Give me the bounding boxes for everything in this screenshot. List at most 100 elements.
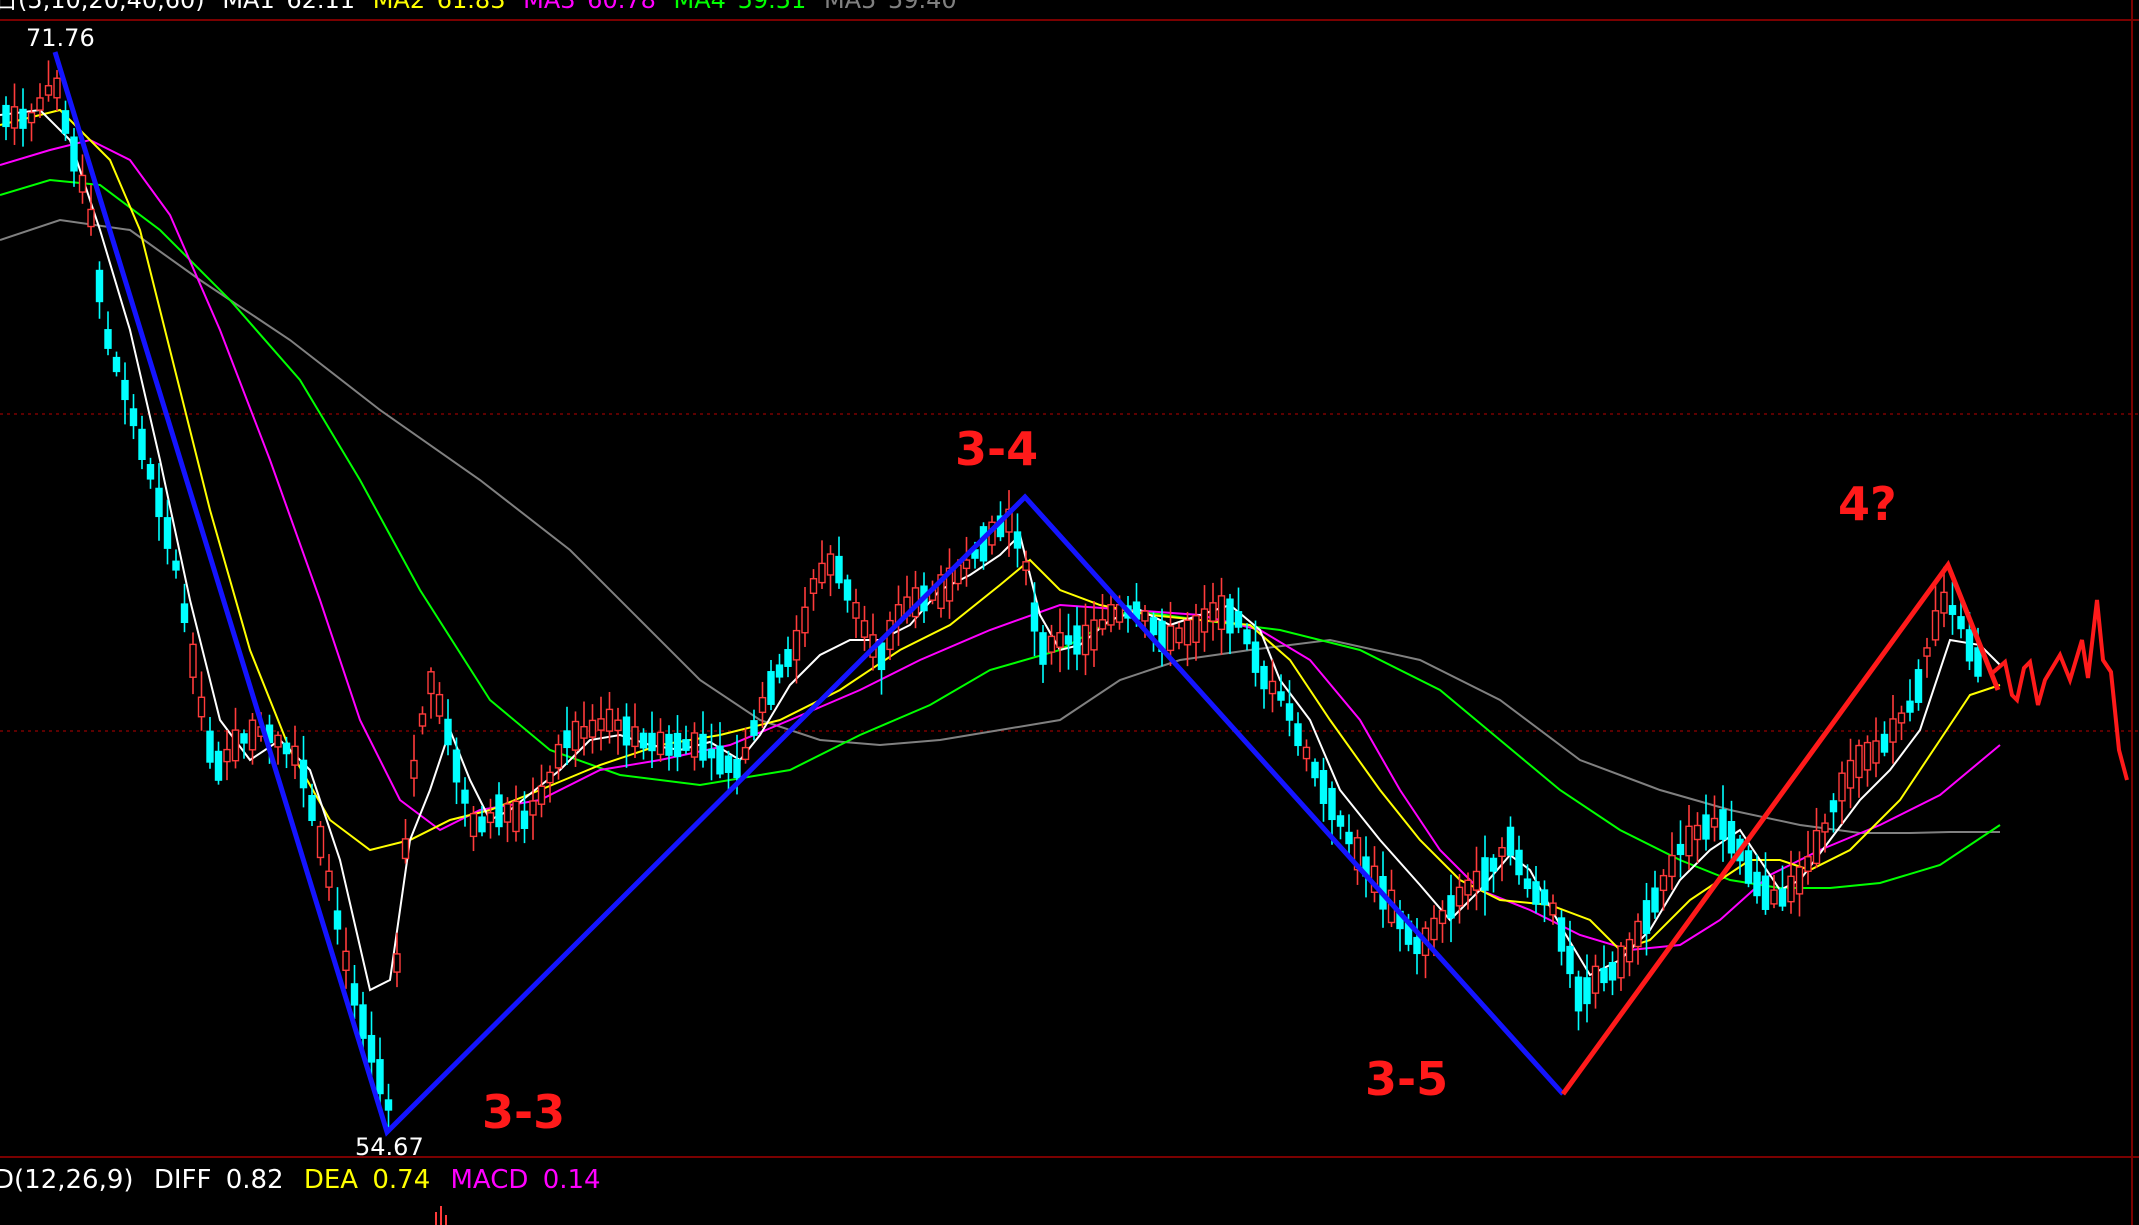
candle-up	[189, 632, 197, 695]
candle-up	[1056, 608, 1064, 673]
candle-body	[316, 825, 325, 859]
candle-up	[1617, 942, 1625, 991]
candle-body	[1608, 961, 1617, 981]
candle-down	[1481, 835, 1489, 916]
candle-down	[121, 362, 129, 425]
candle-down	[70, 128, 78, 187]
candle-body	[792, 629, 801, 661]
candle-down	[707, 723, 716, 781]
candle-body	[571, 720, 580, 751]
candle-body	[95, 269, 104, 303]
candle-body	[1846, 759, 1855, 789]
candle-body	[189, 643, 197, 678]
candle-body	[410, 759, 418, 779]
candle-body	[486, 812, 495, 824]
candle-body	[818, 562, 826, 584]
candle-down	[1073, 606, 1081, 671]
candle-body	[478, 816, 486, 833]
candle-down	[673, 715, 682, 772]
wave-line-blue	[52, 51, 1565, 1137]
candle-up	[826, 545, 835, 597]
candle-down	[648, 711, 656, 769]
candle-body	[1804, 856, 1812, 872]
candle-body	[248, 719, 257, 751]
candle-body	[1923, 647, 1931, 657]
candle-body	[843, 579, 852, 601]
candle-body	[597, 718, 605, 731]
candle-down	[835, 536, 843, 589]
candle-up	[1863, 735, 1872, 787]
candle-body	[563, 730, 571, 749]
wave-line-red	[1560, 559, 2001, 1096]
candle-body	[291, 745, 299, 766]
candle-up	[435, 682, 444, 725]
candle-down	[1013, 513, 1022, 568]
candle-body	[1557, 917, 1566, 952]
candle-down	[1532, 865, 1540, 914]
candle-body	[401, 838, 410, 860]
candle-body	[1974, 647, 1982, 677]
candle-up	[614, 707, 622, 755]
candle-body	[1149, 617, 1158, 636]
candle-body	[1668, 854, 1676, 878]
candle-up	[1685, 804, 1693, 870]
candle-up	[87, 185, 95, 236]
candle-body	[520, 810, 529, 829]
candle-down	[1030, 582, 1039, 657]
candle-up	[1175, 622, 1183, 650]
candle-down	[622, 703, 631, 768]
candle-body	[1532, 881, 1540, 905]
candle-up	[1889, 694, 1897, 764]
candle-body	[1472, 870, 1481, 891]
candle-body	[163, 517, 172, 549]
candle-body	[1047, 635, 1056, 653]
candle-body	[1651, 887, 1659, 913]
candle-body	[877, 642, 886, 671]
candle-up	[1872, 717, 1880, 778]
candle-body	[1778, 888, 1787, 907]
candle-down	[112, 351, 121, 377]
wave-label-3-3: 3-3	[482, 1085, 565, 1139]
candle-body	[308, 794, 316, 822]
candle-down	[104, 311, 112, 356]
candle-body	[1481, 857, 1489, 891]
candle-down	[350, 965, 359, 1019]
candle-body	[1277, 691, 1285, 701]
candle-body	[1591, 965, 1600, 994]
candle-up	[342, 927, 350, 989]
candle-up	[1498, 837, 1506, 882]
candle-down	[1651, 870, 1659, 919]
candle-body	[801, 606, 809, 634]
candle-body	[44, 85, 53, 96]
candle-down	[444, 699, 452, 756]
candle-body	[1693, 824, 1702, 841]
candles	[2, 60, 1982, 1129]
candle-body	[1302, 746, 1311, 760]
candle-up	[937, 565, 945, 618]
candle-up	[1022, 550, 1030, 586]
candle-body	[546, 771, 554, 784]
candle-body	[444, 718, 452, 746]
candle-body	[1566, 945, 1574, 975]
candle-body	[333, 910, 342, 930]
candle-body	[1821, 822, 1829, 833]
candle-body	[1506, 826, 1515, 856]
candle-body	[1192, 615, 1200, 643]
candle-body	[1200, 608, 1209, 633]
candle-body	[1540, 889, 1549, 906]
candle-body	[1039, 632, 1047, 665]
candle-down	[1761, 852, 1770, 915]
candle-body	[384, 1099, 393, 1111]
candle-body	[1081, 624, 1090, 656]
candle-body	[1685, 825, 1693, 857]
candle-body	[1413, 936, 1421, 955]
candle-body	[1880, 733, 1889, 753]
candle-body	[1659, 874, 1668, 892]
candle-body	[70, 136, 78, 172]
candle-body	[393, 953, 401, 973]
candle-body	[826, 553, 835, 576]
candle-up	[231, 707, 240, 769]
candle-up	[852, 588, 860, 639]
candle-body	[1634, 920, 1642, 948]
candle-body	[1022, 561, 1030, 571]
